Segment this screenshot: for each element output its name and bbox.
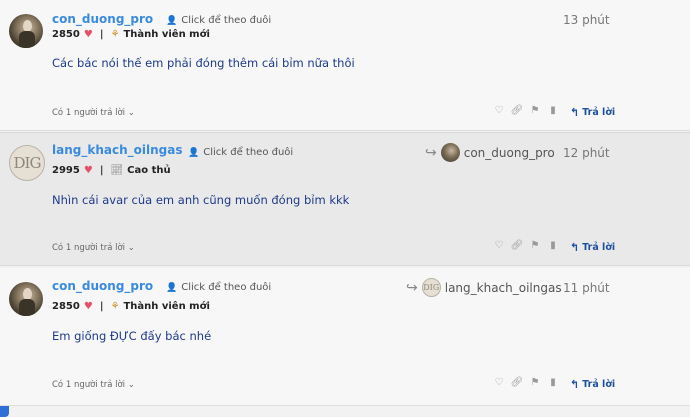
flag-icon[interactable]: ⚑ bbox=[530, 377, 540, 388]
reply-label: Trả lời bbox=[582, 379, 616, 390]
share-arrow-icon: ↪ bbox=[406, 279, 418, 296]
sprout-icon: ⚘ bbox=[110, 29, 120, 40]
flag-icon[interactable]: ⚑ bbox=[530, 105, 540, 116]
reply-button[interactable]: ↰ Trả lời bbox=[570, 378, 615, 391]
replies-toggle[interactable]: Có 1 người trả lời ⌄ bbox=[52, 243, 135, 253]
chevron-down-icon: ⌄ bbox=[127, 243, 135, 253]
reply-arrow-icon: ↰ bbox=[570, 241, 580, 254]
follow-label: Click để theo đuôi bbox=[181, 282, 272, 293]
share-arrow-icon: ↪ bbox=[425, 144, 437, 161]
heart-outline-icon[interactable]: ♡ bbox=[494, 105, 504, 116]
post-content: Nhìn cái avar của em anh cũng muốn đóng … bbox=[52, 193, 350, 207]
post-content: Em giống ĐỰC đấy bác nhé bbox=[52, 329, 212, 343]
heart-icon: ♥ bbox=[83, 29, 93, 40]
bookmark-icon[interactable]: ▮ bbox=[548, 377, 558, 388]
reply-arrow-icon: ↰ bbox=[570, 378, 580, 391]
follow-button[interactable]: 👤 Click để theo đuôi bbox=[166, 282, 271, 293]
follow-label: Click để theo đuôi bbox=[181, 15, 272, 26]
heart-outline-icon[interactable]: ♡ bbox=[494, 240, 504, 251]
user-plus-icon: 👤 bbox=[166, 282, 178, 293]
username[interactable]: con_duong_pro bbox=[52, 12, 153, 26]
divider: | bbox=[99, 301, 104, 312]
divider: | bbox=[99, 165, 104, 176]
reply-label: Trả lời bbox=[582, 107, 616, 118]
chevron-down-icon: ⌄ bbox=[127, 108, 135, 118]
rank-label: Thành viên mới bbox=[123, 301, 210, 312]
reply-button[interactable]: ↰ Trả lời bbox=[570, 241, 615, 254]
follow-button[interactable]: 👤 Click để theo đuôi bbox=[166, 15, 271, 26]
heart-outline-icon[interactable]: ♡ bbox=[494, 377, 504, 388]
reply-to-avatar bbox=[440, 143, 460, 162]
follow-button[interactable]: 👤 Click để theo đuôi bbox=[188, 147, 293, 158]
reply-arrow-icon: ↰ bbox=[570, 106, 580, 119]
post-actions: ♡ 🔗︎ ⚑ ▮ bbox=[494, 377, 558, 388]
post: DIG lang_khach_oilngas 👤 Click để theo đ… bbox=[0, 132, 690, 266]
rank-label: Thành viên mới bbox=[123, 29, 210, 40]
points: 2850 bbox=[52, 301, 80, 312]
replies-toggle[interactable]: Có 1 người trả lời ⌄ bbox=[52, 108, 135, 118]
username[interactable]: con_duong_pro bbox=[52, 279, 153, 293]
points: 2995 bbox=[52, 165, 80, 176]
avatar[interactable] bbox=[9, 14, 43, 48]
heart-icon: ♥ bbox=[83, 301, 93, 312]
rank-label: Cao thủ bbox=[127, 165, 171, 176]
bookmark-icon[interactable]: ▮ bbox=[548, 105, 558, 116]
bookmark-icon[interactable]: ▮ bbox=[548, 240, 558, 251]
heart-icon: ♥ bbox=[83, 165, 93, 176]
replies-label: Có 1 người trả lời bbox=[52, 243, 126, 253]
replies-label: Có 1 người trả lời bbox=[52, 108, 126, 118]
reply-button[interactable]: ↰ Trả lời bbox=[570, 106, 615, 119]
post-content: Các bác nói thế em phải đóng thêm cái bỉ… bbox=[52, 56, 355, 70]
flag-icon[interactable]: ⚑ bbox=[530, 240, 540, 251]
username[interactable]: lang_khach_oilngas bbox=[52, 143, 182, 157]
link-icon[interactable]: 🔗︎ bbox=[511, 377, 524, 388]
timestamp[interactable]: 13 phút bbox=[563, 13, 610, 27]
user-plus-icon: 👤 bbox=[188, 147, 200, 158]
chevron-down-icon: ⌄ bbox=[127, 380, 135, 390]
post-actions: ♡ 🔗︎ ⚑ ▮ bbox=[494, 105, 558, 116]
timestamp[interactable]: 11 phút bbox=[563, 281, 610, 295]
user-stats: 2995 ♥ | 📈︎ Cao thủ bbox=[52, 165, 171, 176]
post-actions: ♡ 🔗︎ ⚑ ▮ bbox=[494, 240, 558, 251]
replies-label: Có 1 người trả lời bbox=[52, 380, 126, 390]
link-icon[interactable]: 🔗︎ bbox=[511, 240, 524, 251]
reply-to-link[interactable]: ↪ DIG lang_khach_oilngas bbox=[406, 278, 562, 297]
follow-label: Click để theo đuôi bbox=[203, 147, 294, 158]
reply-to-link[interactable]: ↪ con_duong_pro bbox=[425, 143, 555, 162]
avatar[interactable]: DIG bbox=[9, 145, 45, 181]
timestamp[interactable]: 12 phút bbox=[563, 146, 610, 160]
post: con_duong_pro 👤 Click để theo đuôi 2850 … bbox=[0, 0, 690, 131]
divider: | bbox=[99, 29, 104, 40]
reply-label: Trả lời bbox=[582, 242, 616, 253]
replies-toggle[interactable]: Có 1 người trả lời ⌄ bbox=[52, 380, 135, 390]
reply-to-username: lang_khach_oilngas bbox=[444, 280, 562, 295]
user-plus-icon: 👤 bbox=[166, 15, 178, 26]
reply-to-username: con_duong_pro bbox=[463, 145, 555, 160]
link-icon[interactable]: 🔗︎ bbox=[511, 105, 524, 116]
reply-to-avatar: DIG bbox=[421, 278, 441, 297]
post: con_duong_pro 👤 Click để theo đuôi 2850 … bbox=[0, 268, 690, 406]
sprout-icon: ⚘ bbox=[110, 301, 120, 312]
user-stats: 2850 ♥ | ⚘ Thành viên mới bbox=[52, 301, 210, 312]
points: 2850 bbox=[52, 29, 80, 40]
chart-icon: 📈︎ bbox=[110, 165, 124, 176]
user-stats: 2850 ♥ | ⚘ Thành viên mới bbox=[52, 29, 210, 40]
avatar[interactable] bbox=[9, 282, 43, 316]
